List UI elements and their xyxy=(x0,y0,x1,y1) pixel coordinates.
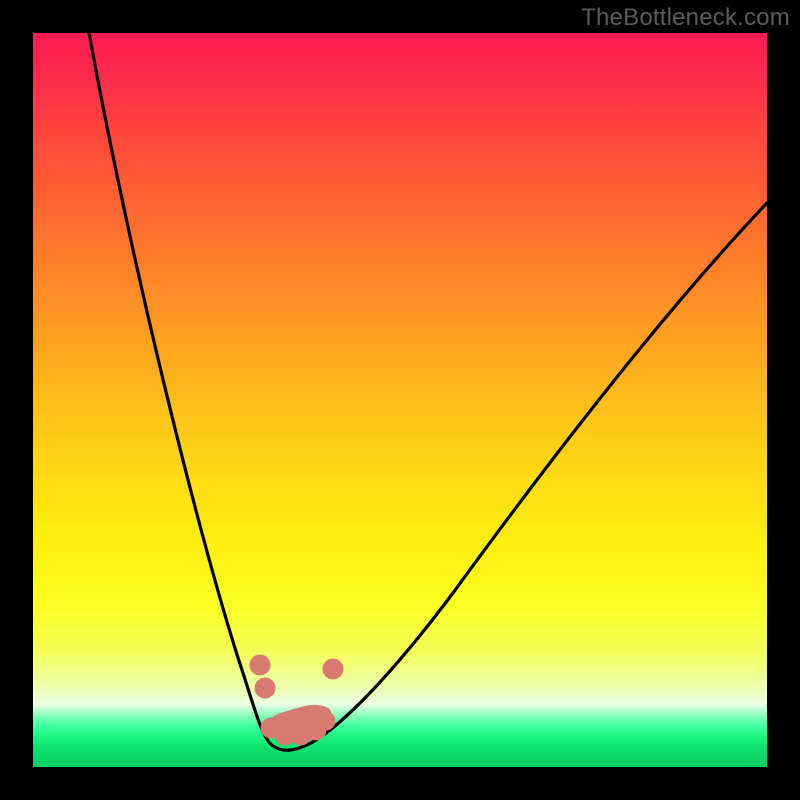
plot-area xyxy=(33,33,767,767)
chart-frame: TheBottleneck.com xyxy=(0,0,800,800)
bottleneck-curve-layer xyxy=(33,33,767,767)
bottleneck-curve xyxy=(89,33,767,750)
watermark-text: TheBottleneck.com xyxy=(581,4,790,32)
